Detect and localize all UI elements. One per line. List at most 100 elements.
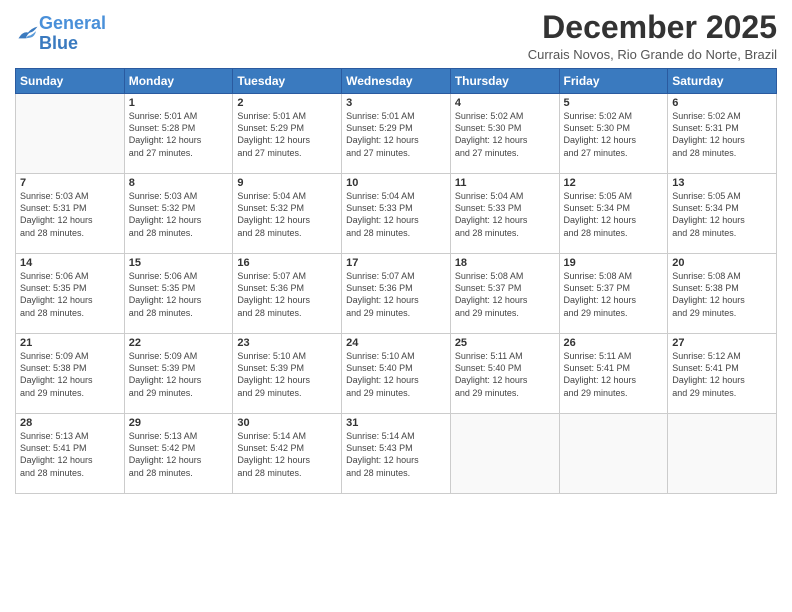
calendar-cell	[16, 94, 125, 174]
day-number: 10	[346, 177, 446, 189]
logo: General Blue	[15, 14, 106, 54]
day-number: 26	[564, 337, 664, 349]
day-info: Sunrise: 5:03 AM Sunset: 5:32 PM Dayligh…	[129, 190, 229, 239]
calendar-cell: 4Sunrise: 5:02 AM Sunset: 5:30 PM Daylig…	[450, 94, 559, 174]
calendar-cell: 7Sunrise: 5:03 AM Sunset: 5:31 PM Daylig…	[16, 174, 125, 254]
day-number: 16	[237, 257, 337, 269]
day-number: 6	[672, 97, 772, 109]
day-number: 15	[129, 257, 229, 269]
calendar-cell: 13Sunrise: 5:05 AM Sunset: 5:34 PM Dayli…	[668, 174, 777, 254]
day-number: 21	[20, 337, 120, 349]
calendar-cell: 24Sunrise: 5:10 AM Sunset: 5:40 PM Dayli…	[342, 334, 451, 414]
day-info: Sunrise: 5:01 AM Sunset: 5:29 PM Dayligh…	[346, 110, 446, 159]
day-number: 29	[129, 417, 229, 429]
month-title: December 2025	[528, 10, 777, 45]
day-info: Sunrise: 5:13 AM Sunset: 5:42 PM Dayligh…	[129, 430, 229, 479]
day-info: Sunrise: 5:04 AM Sunset: 5:33 PM Dayligh…	[346, 190, 446, 239]
week-row-5: 28Sunrise: 5:13 AM Sunset: 5:41 PM Dayli…	[16, 414, 777, 494]
logo-general: General	[39, 13, 106, 33]
col-monday: Monday	[124, 69, 233, 94]
day-number: 13	[672, 177, 772, 189]
day-info: Sunrise: 5:04 AM Sunset: 5:33 PM Dayligh…	[455, 190, 555, 239]
day-info: Sunrise: 5:10 AM Sunset: 5:40 PM Dayligh…	[346, 350, 446, 399]
header: General Blue December 2025 Currais Novos…	[15, 10, 777, 62]
day-number: 19	[564, 257, 664, 269]
day-info: Sunrise: 5:09 AM Sunset: 5:39 PM Dayligh…	[129, 350, 229, 399]
day-number: 3	[346, 97, 446, 109]
calendar-cell: 5Sunrise: 5:02 AM Sunset: 5:30 PM Daylig…	[559, 94, 668, 174]
calendar-cell: 15Sunrise: 5:06 AM Sunset: 5:35 PM Dayli…	[124, 254, 233, 334]
calendar-cell: 18Sunrise: 5:08 AM Sunset: 5:37 PM Dayli…	[450, 254, 559, 334]
header-row: Sunday Monday Tuesday Wednesday Thursday…	[16, 69, 777, 94]
title-block: December 2025 Currais Novos, Rio Grande …	[528, 10, 777, 62]
day-info: Sunrise: 5:12 AM Sunset: 5:41 PM Dayligh…	[672, 350, 772, 399]
calendar-cell: 2Sunrise: 5:01 AM Sunset: 5:29 PM Daylig…	[233, 94, 342, 174]
logo-bird-icon	[17, 25, 39, 43]
day-info: Sunrise: 5:02 AM Sunset: 5:30 PM Dayligh…	[564, 110, 664, 159]
calendar-cell	[559, 414, 668, 494]
col-wednesday: Wednesday	[342, 69, 451, 94]
day-number: 20	[672, 257, 772, 269]
logo-text: General Blue	[39, 14, 106, 54]
day-info: Sunrise: 5:08 AM Sunset: 5:37 PM Dayligh…	[455, 270, 555, 319]
col-saturday: Saturday	[668, 69, 777, 94]
day-info: Sunrise: 5:03 AM Sunset: 5:31 PM Dayligh…	[20, 190, 120, 239]
calendar-cell: 28Sunrise: 5:13 AM Sunset: 5:41 PM Dayli…	[16, 414, 125, 494]
calendar-cell: 9Sunrise: 5:04 AM Sunset: 5:32 PM Daylig…	[233, 174, 342, 254]
col-thursday: Thursday	[450, 69, 559, 94]
day-number: 14	[20, 257, 120, 269]
day-info: Sunrise: 5:14 AM Sunset: 5:43 PM Dayligh…	[346, 430, 446, 479]
day-info: Sunrise: 5:02 AM Sunset: 5:30 PM Dayligh…	[455, 110, 555, 159]
day-number: 12	[564, 177, 664, 189]
day-number: 2	[237, 97, 337, 109]
day-info: Sunrise: 5:06 AM Sunset: 5:35 PM Dayligh…	[129, 270, 229, 319]
col-sunday: Sunday	[16, 69, 125, 94]
day-number: 18	[455, 257, 555, 269]
day-number: 9	[237, 177, 337, 189]
calendar-page: General Blue December 2025 Currais Novos…	[0, 0, 792, 612]
calendar-cell: 1Sunrise: 5:01 AM Sunset: 5:28 PM Daylig…	[124, 94, 233, 174]
calendar-cell	[668, 414, 777, 494]
week-row-1: 1Sunrise: 5:01 AM Sunset: 5:28 PM Daylig…	[16, 94, 777, 174]
day-number: 30	[237, 417, 337, 429]
day-number: 24	[346, 337, 446, 349]
day-info: Sunrise: 5:11 AM Sunset: 5:40 PM Dayligh…	[455, 350, 555, 399]
day-number: 11	[455, 177, 555, 189]
day-info: Sunrise: 5:08 AM Sunset: 5:37 PM Dayligh…	[564, 270, 664, 319]
day-info: Sunrise: 5:01 AM Sunset: 5:29 PM Dayligh…	[237, 110, 337, 159]
day-info: Sunrise: 5:09 AM Sunset: 5:38 PM Dayligh…	[20, 350, 120, 399]
day-info: Sunrise: 5:05 AM Sunset: 5:34 PM Dayligh…	[564, 190, 664, 239]
day-info: Sunrise: 5:10 AM Sunset: 5:39 PM Dayligh…	[237, 350, 337, 399]
calendar-cell	[450, 414, 559, 494]
day-number: 22	[129, 337, 229, 349]
day-info: Sunrise: 5:07 AM Sunset: 5:36 PM Dayligh…	[237, 270, 337, 319]
day-number: 28	[20, 417, 120, 429]
logo-blue: Blue	[39, 33, 78, 53]
col-tuesday: Tuesday	[233, 69, 342, 94]
day-info: Sunrise: 5:14 AM Sunset: 5:42 PM Dayligh…	[237, 430, 337, 479]
calendar-cell: 19Sunrise: 5:08 AM Sunset: 5:37 PM Dayli…	[559, 254, 668, 334]
week-row-3: 14 Sunrise: 5:06 AM Sunset: 5:35 PM Dayli…	[16, 254, 777, 334]
calendar-cell: 8Sunrise: 5:03 AM Sunset: 5:32 PM Daylig…	[124, 174, 233, 254]
location-subtitle: Currais Novos, Rio Grande do Norte, Braz…	[528, 47, 777, 62]
calendar-cell: 31Sunrise: 5:14 AM Sunset: 5:43 PM Dayli…	[342, 414, 451, 494]
day-number: 31	[346, 417, 446, 429]
calendar-cell: 21Sunrise: 5:09 AM Sunset: 5:38 PM Dayli…	[16, 334, 125, 414]
day-info: Sunrise: 5:07 AM Sunset: 5:36 PM Dayligh…	[346, 270, 446, 319]
calendar-cell: 17Sunrise: 5:07 AM Sunset: 5:36 PM Dayli…	[342, 254, 451, 334]
day-info: Sunrise: 5:08 AM Sunset: 5:38 PM Dayligh…	[672, 270, 772, 319]
day-info: Sunrise: 5:05 AM Sunset: 5:34 PM Dayligh…	[672, 190, 772, 239]
day-number: 17	[346, 257, 446, 269]
col-friday: Friday	[559, 69, 668, 94]
calendar-cell: 29Sunrise: 5:13 AM Sunset: 5:42 PM Dayli…	[124, 414, 233, 494]
week-row-2: 7Sunrise: 5:03 AM Sunset: 5:31 PM Daylig…	[16, 174, 777, 254]
day-number: 5	[564, 97, 664, 109]
calendar-cell: 27Sunrise: 5:12 AM Sunset: 5:41 PM Dayli…	[668, 334, 777, 414]
calendar-cell: 30Sunrise: 5:14 AM Sunset: 5:42 PM Dayli…	[233, 414, 342, 494]
day-info: Sunrise: 5:11 AM Sunset: 5:41 PM Dayligh…	[564, 350, 664, 399]
day-number: 1	[129, 97, 229, 109]
calendar-cell: 14Sunrise: 5:06 AM Sunset: 5:35 PM Dayli…	[16, 254, 125, 334]
calendar-cell: 26Sunrise: 5:11 AM Sunset: 5:41 PM Dayli…	[559, 334, 668, 414]
day-info: Sunrise: 5:01 AM Sunset: 5:28 PM Dayligh…	[129, 110, 229, 159]
day-number: 27	[672, 337, 772, 349]
